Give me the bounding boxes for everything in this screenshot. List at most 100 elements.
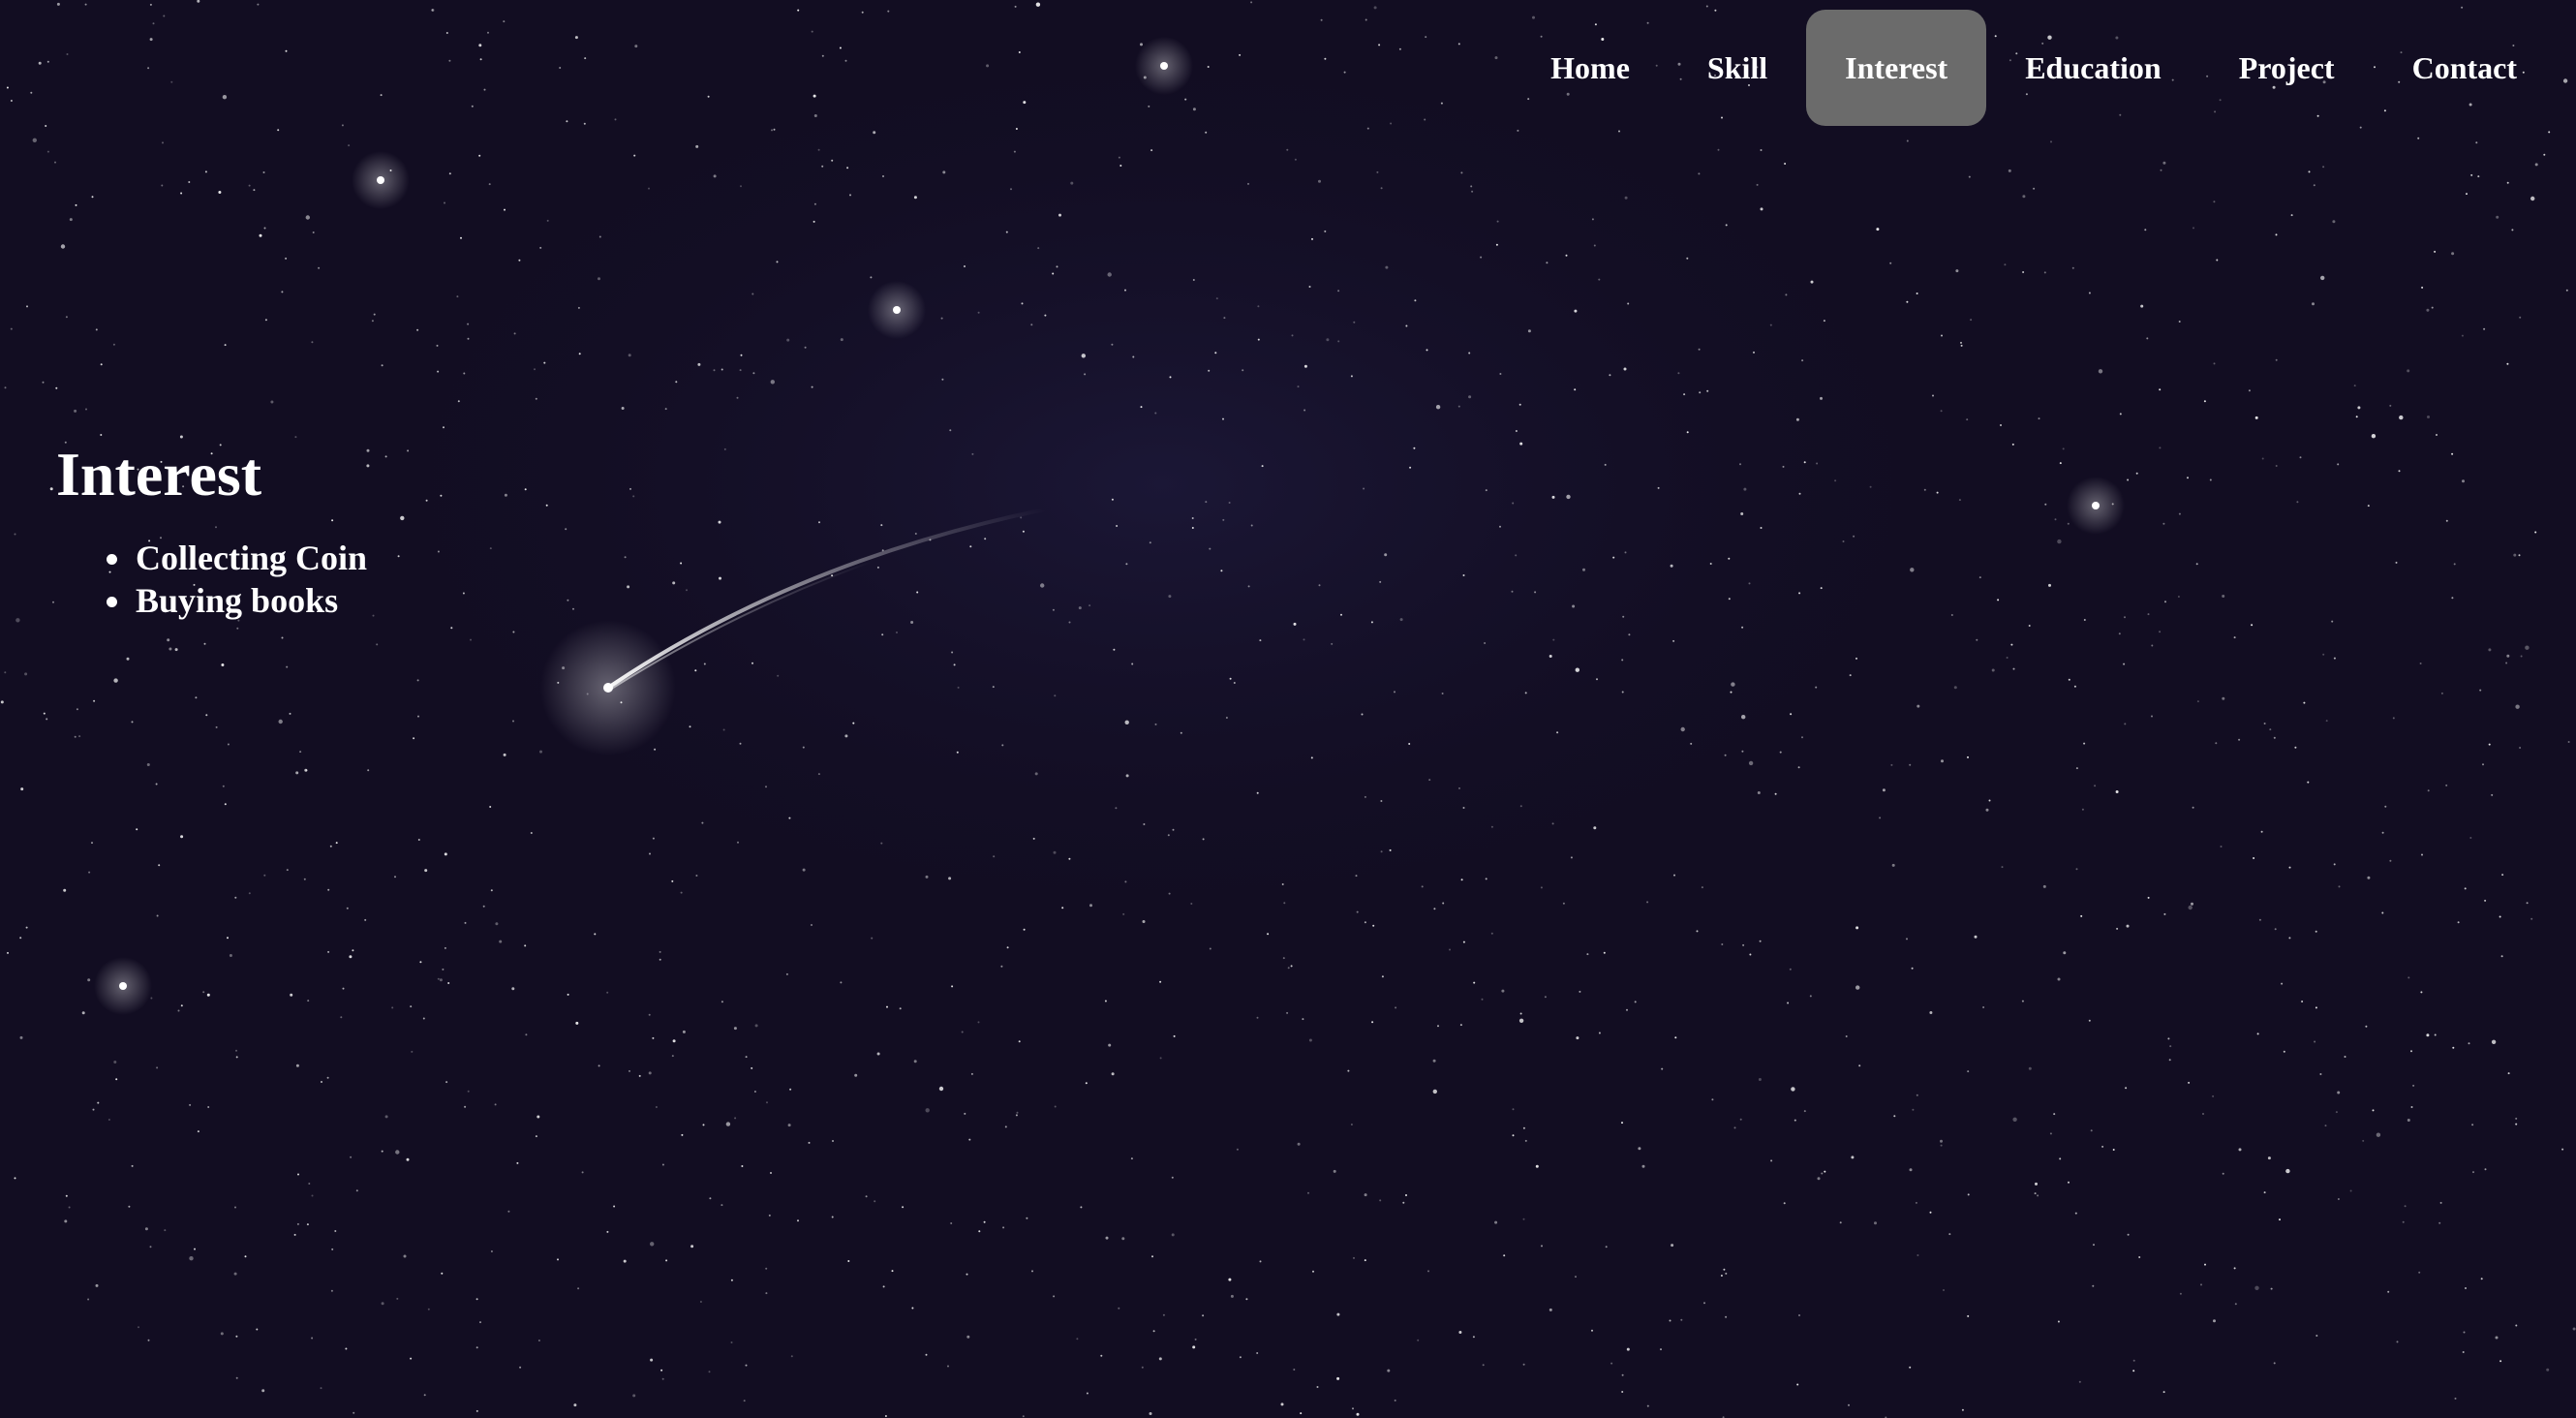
star — [1352, 1407, 1354, 1410]
star — [1056, 265, 1058, 268]
star — [2192, 806, 2194, 809]
star — [2057, 539, 2062, 544]
star — [2376, 1132, 2381, 1137]
star — [621, 407, 625, 410]
star — [306, 1223, 309, 1226]
star — [1496, 220, 1499, 223]
star — [2484, 899, 2487, 902]
star — [2389, 404, 2392, 407]
star — [460, 236, 462, 239]
star — [511, 987, 515, 991]
star — [1820, 396, 1823, 400]
star — [424, 869, 428, 873]
star — [2308, 170, 2311, 173]
star — [713, 369, 716, 372]
star — [2275, 465, 2278, 467]
star — [489, 547, 492, 550]
star — [1387, 1369, 1391, 1372]
star — [447, 982, 450, 984]
star — [871, 937, 874, 940]
star — [2407, 976, 2410, 979]
star — [1004, 1125, 1007, 1128]
star — [1739, 463, 1741, 466]
star — [1353, 1256, 1355, 1259]
star — [1701, 886, 1703, 889]
star — [773, 128, 776, 131]
nav-education-link[interactable]: Education — [1986, 10, 2199, 126]
nav-home-link[interactable]: Home — [1512, 10, 1669, 126]
star — [487, 31, 489, 34]
star — [2083, 619, 2086, 621]
star — [2325, 720, 2328, 723]
star — [128, 1205, 131, 1208]
star — [462, 592, 465, 595]
star — [1570, 856, 1573, 859]
star — [1909, 763, 1912, 766]
star — [1424, 118, 1426, 121]
star — [384, 455, 387, 458]
star — [2483, 327, 2486, 330]
star — [721, 368, 723, 371]
star — [813, 220, 815, 223]
star — [1801, 359, 1804, 362]
star — [1576, 1036, 1579, 1040]
nav-contact-link[interactable]: Contact — [2374, 10, 2556, 126]
nav-skill-link[interactable]: Skill — [1669, 10, 1806, 126]
star — [1085, 1082, 1088, 1085]
star — [2513, 553, 2517, 557]
star — [1037, 247, 1040, 250]
star — [2518, 554, 2521, 557]
star — [840, 338, 843, 342]
star — [2543, 153, 2546, 156]
star — [577, 306, 580, 309]
star — [1432, 1089, 1438, 1094]
star — [1310, 756, 1313, 759]
star — [2162, 161, 2166, 165]
star — [2159, 447, 2162, 449]
star — [457, 400, 460, 403]
star — [30, 91, 33, 94]
star — [224, 803, 227, 806]
star — [1125, 563, 1128, 566]
star — [1858, 1064, 1861, 1067]
star — [1698, 348, 1701, 351]
star — [1660, 1348, 1662, 1351]
star — [177, 1009, 180, 1012]
star — [2034, 1192, 2037, 1195]
star — [2144, 229, 2147, 231]
star — [1725, 224, 1728, 227]
star — [2426, 308, 2430, 312]
nav-project-link[interactable]: Project — [2200, 10, 2374, 126]
star — [1449, 948, 1451, 951]
star — [1293, 1369, 1296, 1371]
star — [1171, 1233, 1175, 1237]
star — [557, 1258, 559, 1261]
star — [2044, 503, 2047, 506]
star — [2188, 1081, 2191, 1084]
star — [1628, 633, 1631, 636]
star — [448, 172, 451, 175]
star — [1149, 541, 1151, 544]
star — [2520, 655, 2523, 658]
star — [701, 821, 704, 824]
star — [1220, 570, 1223, 572]
star — [899, 1007, 902, 1010]
star — [1798, 492, 1801, 495]
star — [1192, 1345, 1196, 1349]
star — [467, 1090, 470, 1093]
star — [2200, 1283, 2202, 1286]
star — [2083, 742, 2086, 745]
star — [371, 320, 374, 323]
star — [1906, 300, 1909, 303]
star — [1821, 1172, 1824, 1175]
star — [567, 993, 569, 996]
star — [950, 1222, 953, 1224]
star — [733, 1027, 737, 1031]
nav-interest-link[interactable]: Interest — [1806, 10, 1987, 126]
star — [925, 1353, 928, 1356]
star — [940, 317, 943, 320]
star — [2506, 654, 2510, 658]
star — [1141, 1366, 1144, 1369]
star — [222, 95, 228, 100]
star — [1680, 1318, 1683, 1321]
